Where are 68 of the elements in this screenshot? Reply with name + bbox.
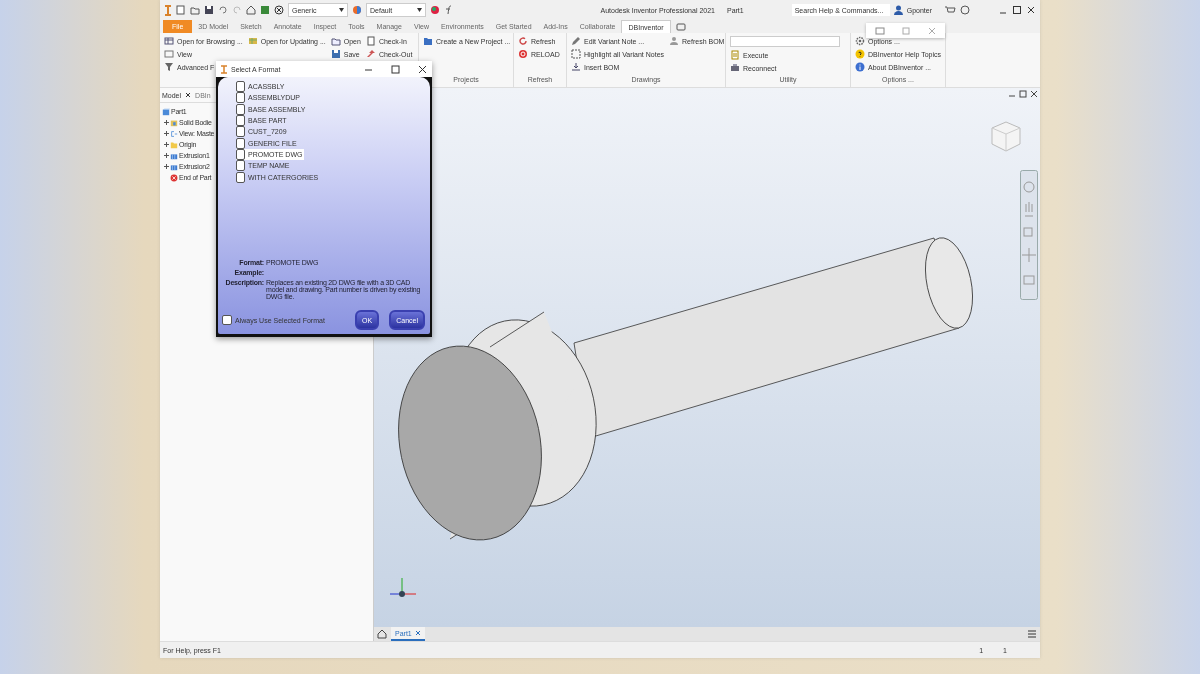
- help-icon: [855, 49, 865, 59]
- save-icon[interactable]: [204, 5, 214, 15]
- checkbox[interactable]: [236, 137, 245, 149]
- app-logo-icon: [221, 64, 227, 74]
- undo-icon[interactable]: [218, 5, 228, 15]
- cart-icon[interactable]: [944, 5, 956, 15]
- maximize-icon[interactable]: [391, 64, 400, 74]
- panel-toggle-icon[interactable]: [674, 21, 689, 32]
- insert-icon: [571, 62, 581, 72]
- checkbox[interactable]: [236, 160, 245, 172]
- new-file-icon[interactable]: [176, 5, 186, 15]
- checkbox[interactable]: [236, 171, 245, 183]
- end-marker-icon: [170, 173, 178, 182]
- color-palette-icon[interactable]: [430, 5, 440, 15]
- clear-icon[interactable]: [274, 5, 284, 15]
- app-logo-icon: [164, 4, 172, 16]
- stop-icon: [518, 49, 528, 59]
- checkbox[interactable]: [236, 81, 245, 93]
- user-icon: [893, 5, 903, 15]
- gear-icon: [855, 36, 865, 46]
- caret-icon: [417, 8, 422, 12]
- script-icon: [730, 50, 740, 60]
- material-icon[interactable]: [260, 5, 270, 15]
- home-icon[interactable]: [377, 629, 387, 639]
- frame-icon: [571, 49, 581, 59]
- close-icon[interactable]: [185, 92, 192, 98]
- document-icon: [365, 36, 376, 46]
- info-icon: [855, 62, 865, 72]
- function-icon[interactable]: [444, 5, 454, 15]
- folder-icon: [330, 36, 341, 46]
- grid-icon: [247, 36, 258, 46]
- checkbox[interactable]: [236, 103, 245, 115]
- grid-icon: [164, 36, 174, 46]
- checkbox[interactable]: [236, 115, 245, 127]
- close-icon[interactable]: [418, 64, 427, 74]
- restore-icon[interactable]: [1019, 90, 1027, 98]
- close-icon[interactable]: [1026, 5, 1036, 15]
- help-icon[interactable]: [960, 5, 972, 15]
- close-icon[interactable]: [1030, 90, 1038, 98]
- part-icon: [162, 107, 170, 116]
- folder-icon: [170, 140, 178, 149]
- checkbox[interactable]: [222, 315, 232, 325]
- extrusion-icon: [170, 151, 178, 160]
- menu-icon[interactable]: [1027, 630, 1037, 638]
- checkbox[interactable]: [236, 148, 245, 160]
- expand-icon[interactable]: [163, 120, 169, 125]
- expand-icon[interactable]: [163, 142, 169, 147]
- caret-icon: [339, 8, 344, 12]
- checkbox[interactable]: [236, 126, 245, 138]
- extrusion-icon: [170, 162, 178, 171]
- expand-icon[interactable]: [163, 131, 169, 136]
- filter-icon: [164, 62, 174, 72]
- checkbox[interactable]: [236, 92, 245, 104]
- bodies-folder-icon: [170, 118, 178, 127]
- home-icon[interactable]: [246, 5, 256, 15]
- maximize-icon[interactable]: [1012, 5, 1022, 15]
- appearance-ball-icon[interactable]: [352, 5, 362, 15]
- expand-icon[interactable]: [163, 153, 169, 158]
- expand-icon[interactable]: [163, 164, 169, 169]
- arrow-icon: [365, 49, 376, 59]
- save-icon: [330, 49, 341, 59]
- user-icon: [669, 36, 680, 46]
- pencil-icon: [571, 36, 581, 46]
- open-folder-icon[interactable]: [190, 5, 200, 15]
- folder-icon: [423, 36, 433, 46]
- view-icon: [170, 129, 178, 138]
- window-icon: [164, 49, 174, 59]
- refresh-icon: [518, 36, 528, 46]
